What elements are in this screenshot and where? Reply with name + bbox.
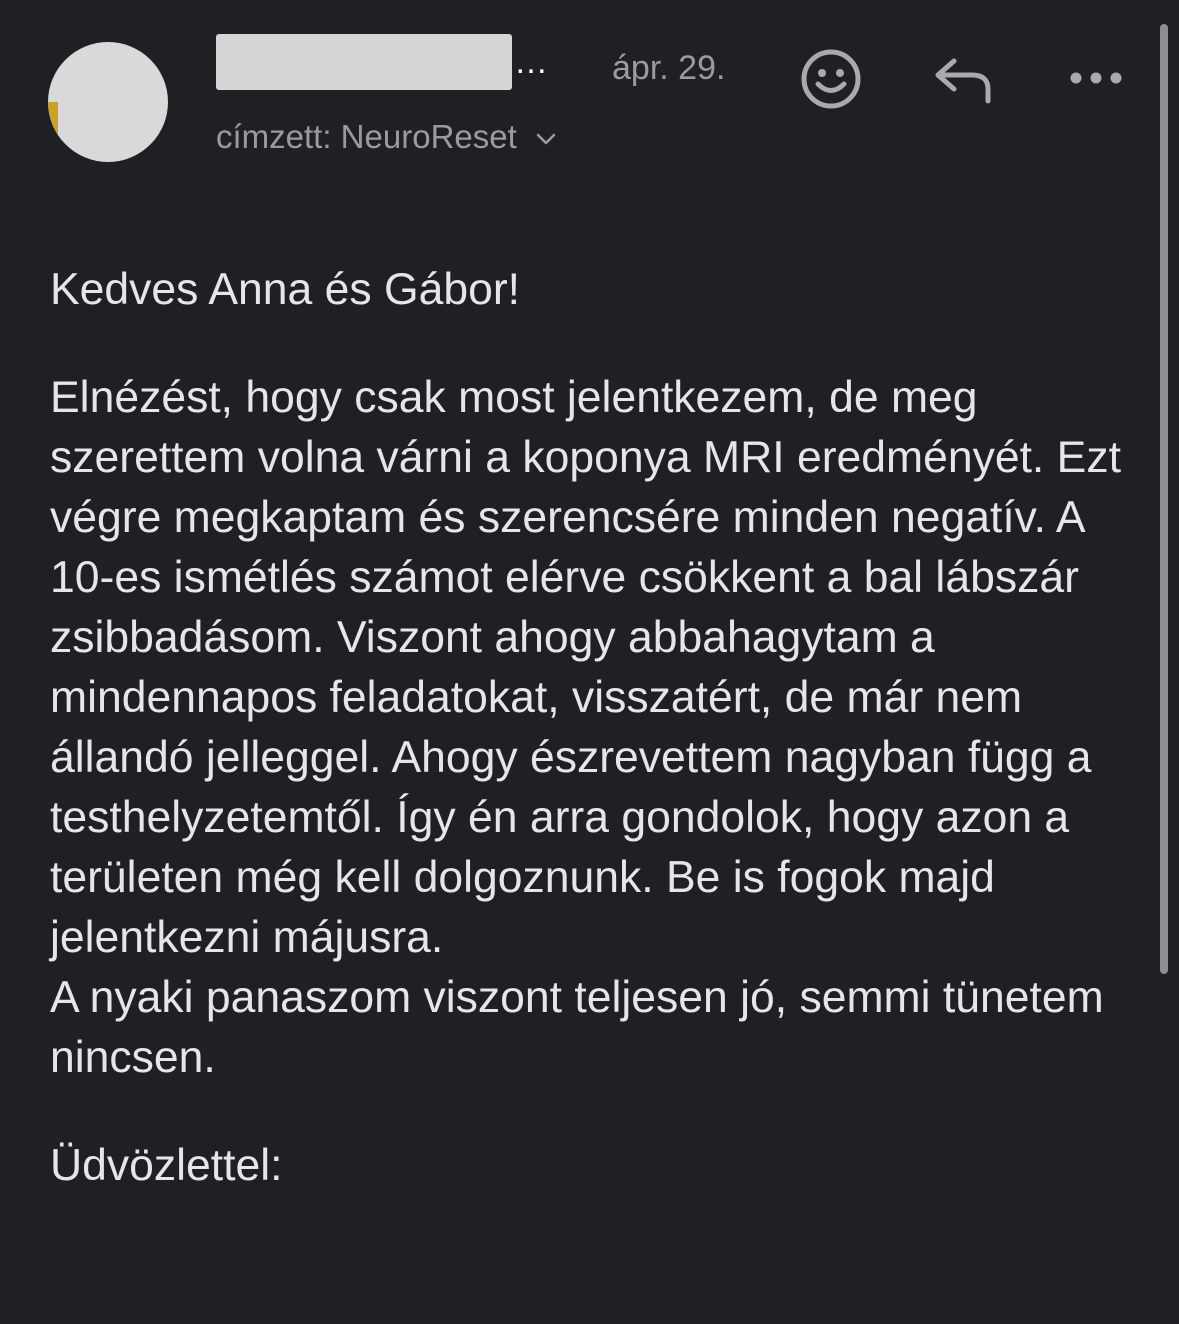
smiley-face-icon (801, 49, 861, 109)
message-body: Kedves Anna és Gábor! Elnézést, hogy csa… (50, 260, 1130, 1196)
reply-button[interactable] (930, 50, 996, 110)
message-paragraph-1: Elnézést, hogy csak most jelentkezem, de… (50, 373, 1121, 962)
scrollbar-thumb[interactable] (1160, 24, 1168, 974)
more-dots-icon (1070, 72, 1122, 84)
message-greeting: Kedves Anna és Gábor! (50, 265, 521, 314)
message-paragraph-2: A nyaki panaszom viszont teljesen jó, se… (50, 973, 1104, 1082)
chevron-down-icon (536, 133, 556, 145)
sender-name-ellipsis: … (514, 43, 548, 81)
message-date: ápr. 29. (612, 49, 726, 87)
sender-name-row[interactable]: … (216, 34, 548, 90)
reply-arrow-icon (935, 58, 991, 104)
email-message-view: … ápr. 29. címzett: NeuroReset Kedves An… (0, 0, 1179, 1324)
sender-avatar[interactable] (48, 42, 168, 162)
recipient-label: címzett: NeuroReset (216, 118, 517, 155)
message-paragraph: Elnézést, hogy csak most jelentkezem, de… (50, 368, 1130, 1088)
message-closing: Üdvözlettel: (50, 1141, 283, 1190)
scrollbar[interactable] (1160, 24, 1170, 974)
avatar-accent (48, 102, 58, 142)
recipient-toggle[interactable]: címzett: NeuroReset (216, 116, 557, 158)
reaction-button[interactable] (798, 44, 864, 114)
sender-name-redacted (216, 34, 512, 90)
more-options-button[interactable] (1066, 58, 1126, 98)
